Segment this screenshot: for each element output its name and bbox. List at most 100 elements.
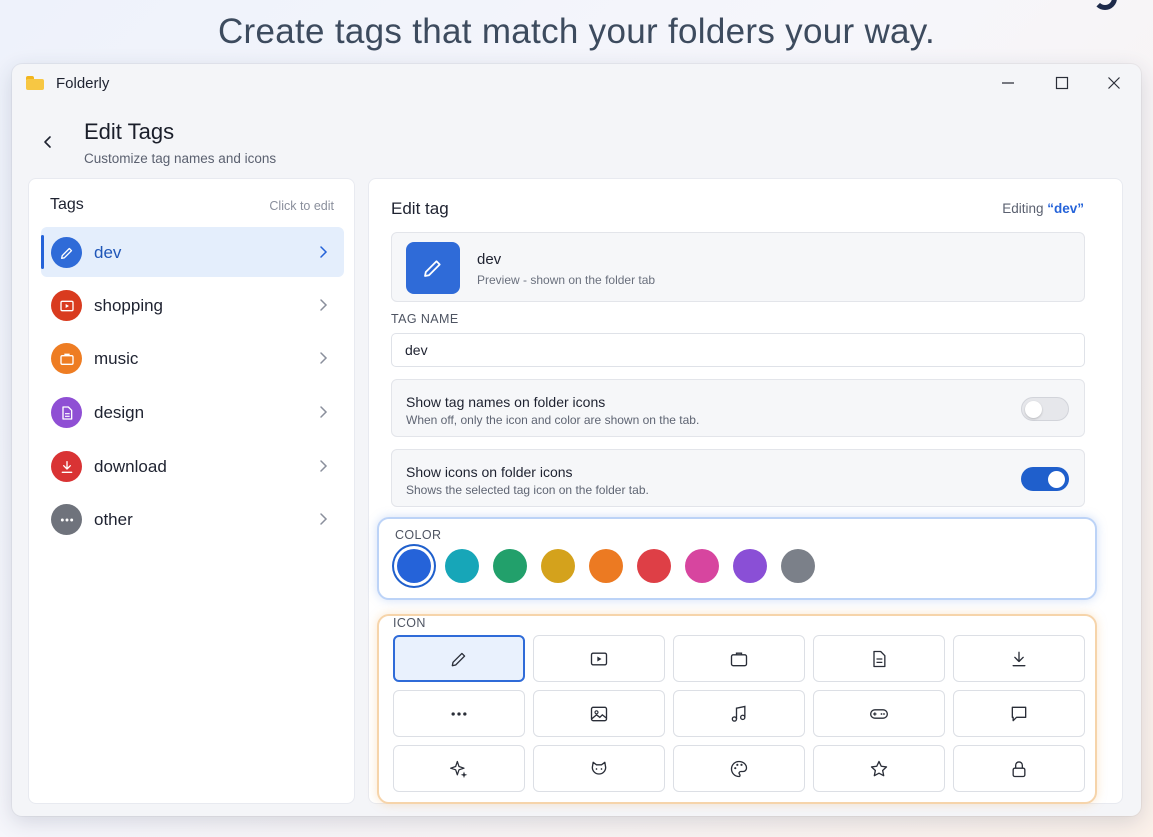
music-icon — [731, 705, 746, 722]
maximize-button[interactable] — [1042, 70, 1082, 96]
chevron-right-icon — [320, 246, 328, 258]
close-icon — [1108, 77, 1120, 89]
color-swatch-purple[interactable] — [733, 549, 767, 583]
icon-option-briefcase[interactable] — [673, 635, 805, 682]
corner-logo-fragment — [1093, 0, 1117, 10]
sparkles-icon — [450, 760, 468, 778]
tag-item-music[interactable]: music — [41, 333, 344, 383]
icon-option-chat[interactable] — [953, 690, 1085, 737]
title-bar: Folderly — [12, 64, 1141, 104]
icon-option-cat[interactable] — [533, 745, 665, 792]
app-title: Folderly — [56, 75, 110, 92]
download-icon — [1012, 651, 1026, 666]
color-swatch-yellow[interactable] — [541, 549, 575, 583]
tag-item-design[interactable]: design — [41, 387, 344, 437]
close-button[interactable] — [1094, 70, 1134, 96]
icon-option-music[interactable] — [673, 690, 805, 737]
tag-label: download — [94, 457, 167, 476]
color-swatch-blue[interactable] — [397, 549, 431, 583]
toggle-title: Show tag names on folder icons — [406, 394, 606, 410]
lock-icon — [1012, 760, 1026, 777]
tag-name-label: TAG NAME — [391, 312, 459, 326]
icon-option-pencil[interactable] — [393, 635, 525, 682]
chevron-right-icon — [320, 352, 328, 364]
more-icon — [451, 711, 467, 716]
page-title: Edit Tags — [84, 119, 175, 144]
chat-icon — [1011, 706, 1027, 721]
icon-label: ICON — [393, 616, 426, 630]
briefcase-icon — [51, 343, 82, 374]
app-window: Folderly Edit Tags Customize tag names a… — [12, 64, 1141, 816]
image-icon — [590, 706, 608, 721]
icon-option-lock[interactable] — [953, 745, 1085, 792]
icon-option-more[interactable] — [393, 690, 525, 737]
minimize-button[interactable] — [988, 70, 1028, 96]
pencil-icon — [51, 237, 82, 268]
color-swatch-teal[interactable] — [445, 549, 479, 583]
color-swatch-gray[interactable] — [781, 549, 815, 583]
tag-label: music — [94, 349, 139, 368]
star-icon — [870, 760, 888, 776]
icon-option-gamepad[interactable] — [813, 690, 945, 737]
gamepad-icon — [870, 708, 888, 719]
chevron-right-icon — [320, 460, 328, 472]
show-icons-setting: Show icons on folder icons Shows the sel… — [391, 449, 1085, 507]
color-swatch-red[interactable] — [637, 549, 671, 583]
edit-tag-title: Edit tag — [391, 199, 449, 218]
tag-preview-card: dev Preview - shown on the folder tab — [391, 232, 1085, 302]
tag-label: other — [94, 510, 133, 529]
editing-prefix: Editing — [1002, 201, 1044, 216]
document-icon — [51, 397, 82, 428]
document-icon — [873, 650, 886, 667]
video-icon — [51, 290, 82, 321]
icon-option-star[interactable] — [813, 745, 945, 792]
toggle-subtitle: When off, only the icon and color are sh… — [406, 413, 700, 427]
tag-item-shopping[interactable]: shopping — [41, 280, 344, 330]
folder-icon — [26, 76, 44, 90]
tag-item-download[interactable]: download — [41, 441, 344, 491]
icon-option-download[interactable] — [953, 635, 1085, 682]
tag-item-other[interactable]: other — [41, 494, 344, 544]
toggle-title: Show icons on folder icons — [406, 464, 573, 480]
video-icon — [590, 652, 608, 665]
pencil-icon — [406, 242, 460, 294]
tag-label: shopping — [94, 296, 164, 315]
tags-panel: Tags Click to edit dev shopping music de… — [28, 178, 355, 804]
tags-panel-hint: Click to edit — [269, 199, 334, 213]
icon-option-sparkles[interactable] — [393, 745, 525, 792]
cat-icon — [591, 761, 607, 775]
maximize-icon — [1055, 76, 1069, 90]
editing-value: “dev” — [1047, 201, 1084, 216]
tag-name-input[interactable] — [391, 333, 1085, 367]
color-swatch-orange[interactable] — [589, 549, 623, 583]
pencil-icon — [451, 652, 466, 666]
color-picker: COLOR — [377, 517, 1097, 600]
color-label: COLOR — [395, 528, 442, 542]
minimize-icon — [1002, 82, 1014, 84]
preview-name: dev — [477, 251, 502, 268]
tags-panel-header: Tags — [50, 196, 84, 213]
show-icons-toggle[interactable] — [1021, 467, 1069, 491]
icon-option-video[interactable] — [533, 635, 665, 682]
tag-item-dev[interactable]: dev — [41, 227, 344, 277]
color-swatch-green[interactable] — [493, 549, 527, 583]
chevron-right-icon — [320, 513, 328, 525]
show-tag-names-toggle[interactable] — [1021, 397, 1069, 421]
download-icon — [51, 451, 82, 482]
palette-icon — [730, 760, 748, 777]
editing-indicator: Editing “dev” — [1002, 201, 1084, 216]
show-tag-names-setting: Show tag names on folder icons When off,… — [391, 379, 1085, 437]
icon-option-document[interactable] — [813, 635, 945, 682]
tag-label: dev — [94, 243, 122, 262]
toggle-subtitle: Shows the selected tag icon on the folde… — [406, 483, 649, 497]
icon-option-image[interactable] — [533, 690, 665, 737]
briefcase-icon — [730, 652, 748, 666]
icon-picker: ICON — [377, 614, 1097, 804]
icon-option-palette[interactable] — [673, 745, 805, 792]
chevron-left-icon — [44, 136, 51, 148]
preview-subtitle: Preview - shown on the folder tab — [477, 273, 656, 287]
back-button[interactable] — [36, 130, 60, 154]
chevron-right-icon — [320, 299, 328, 311]
color-swatch-pink[interactable] — [685, 549, 719, 583]
edit-tag-panel: Edit tag Editing “dev” dev Preview - sho… — [368, 178, 1123, 804]
